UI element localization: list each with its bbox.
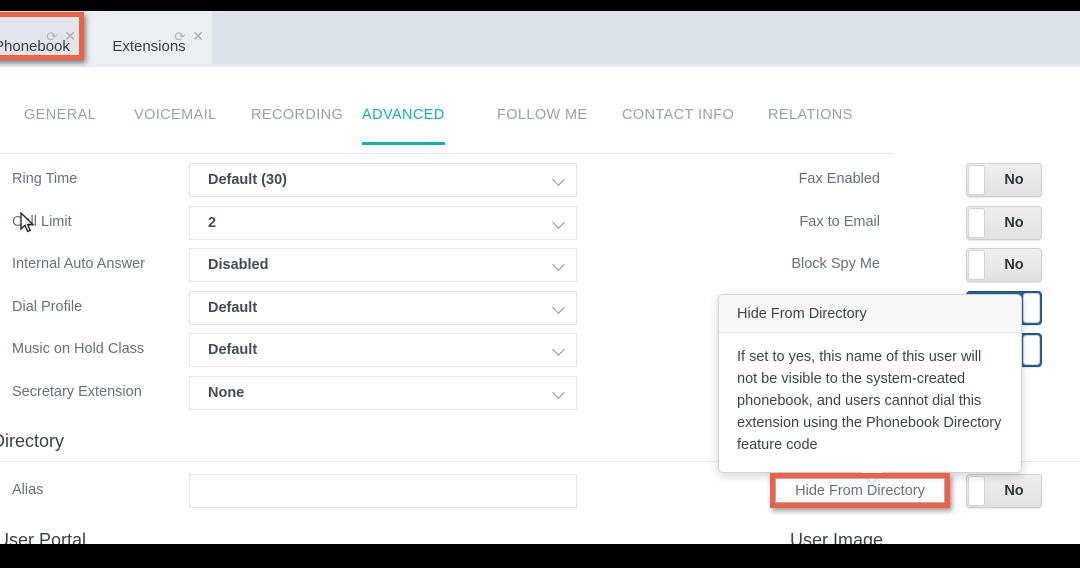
label-fax-to-email: Fax to Email [799, 214, 880, 230]
tab-general[interactable]: GENERAL [24, 107, 96, 142]
toggle-hide-from-directory-value: No [1004, 483, 1024, 499]
close-icon[interactable]: ✕ [64, 29, 76, 43]
browser-tab-phonebook-icons: ⟳ ✕ [46, 29, 76, 43]
chevron-down-icon [554, 303, 565, 314]
tooltip-hide-from-directory: Hide From Directory If set to yes, this … [718, 294, 1022, 482]
toggle-knob [1023, 335, 1040, 365]
tab-recording[interactable]: RECORDING [251, 107, 343, 142]
toggle-knob [968, 476, 985, 506]
letterbox-bottom [0, 544, 1080, 568]
label-alias: Alias [12, 482, 44, 498]
browser-tab-extensions-icons: ⟳ ✕ [174, 29, 204, 43]
chevron-down-icon [554, 260, 565, 271]
toggle-block-spy-me-value: No [1004, 257, 1024, 273]
chevron-down-icon [554, 345, 565, 356]
browser-tabstrip: Phonebook ⟳ ✕ Extensions ⟳ ✕ [0, 11, 1080, 67]
refresh-icon[interactable]: ⟳ [46, 30, 57, 43]
label-secretary-extension: Secretary Extension [12, 384, 142, 400]
tooltip-arrow [861, 472, 883, 482]
toggle-knob [968, 165, 985, 195]
select-ring-time-value: Default (30) [208, 172, 287, 188]
toggle-fax-to-email[interactable]: No [966, 206, 1042, 240]
letterbox-top [0, 0, 1080, 11]
tooltip-body: If set to yes, this name of this user wi… [737, 349, 1002, 453]
label-fax-enabled: Fax Enabled [798, 171, 880, 187]
tab-relations[interactable]: RELATIONS [768, 107, 853, 142]
screen: Phonebook ⟳ ✕ Extensions ⟳ ✕ GENERAL VOI… [0, 0, 1080, 568]
tab-follow-me[interactable]: FOLLOW ME [497, 107, 588, 142]
browser-tab-extensions[interactable]: Extensions ⟳ ✕ [86, 11, 212, 64]
select-dial-profile[interactable]: Default [189, 291, 577, 325]
select-internal-auto-answer-value: Disabled [208, 257, 269, 273]
toggle-fax-enabled[interactable]: No [966, 163, 1042, 197]
label-call-limit: Call Limit [12, 214, 72, 230]
browser-tab-phonebook[interactable]: Phonebook ⟳ ✕ [0, 11, 84, 64]
select-secretary-extension[interactable]: None [189, 376, 577, 410]
toggle-block-spy-me[interactable]: No [966, 248, 1042, 282]
label-music-on-hold-class: Music on Hold Class [12, 341, 145, 357]
toggle-knob [1023, 293, 1040, 323]
select-dial-profile-value: Default [208, 300, 258, 316]
label-internal-auto-answer: Internal Auto Answer [12, 256, 145, 272]
toggle-hide-from-directory[interactable]: No [966, 474, 1042, 508]
refresh-icon[interactable]: ⟳ [174, 30, 185, 43]
select-music-on-hold-class-value: Default [208, 342, 258, 358]
chevron-down-icon [554, 388, 565, 399]
label-hide-from-directory: Hide From Directory [795, 483, 925, 499]
toggle-fax-to-email-value: No [1004, 215, 1024, 231]
input-alias[interactable] [189, 474, 577, 508]
form-tab-bar: GENERAL VOICEMAIL RECORDING ADVANCED FOL… [0, 96, 893, 154]
select-call-limit[interactable]: 2 [189, 206, 577, 240]
tab-contact-info[interactable]: CONTACT INFO [622, 107, 734, 142]
label-block-spy-me: Block Spy Me [791, 256, 880, 272]
tab-voicemail[interactable]: VOICEMAIL [134, 107, 217, 142]
tooltip-title: Hide From Directory [719, 295, 1021, 333]
directory-section-title: Directory [0, 431, 65, 451]
tabstrip-empty-area [212, 11, 1080, 64]
select-call-limit-value: 2 [208, 215, 217, 231]
select-internal-auto-answer[interactable]: Disabled [189, 248, 577, 282]
chevron-down-icon [554, 175, 565, 186]
close-icon[interactable]: ✕ [192, 29, 204, 43]
toggle-knob [968, 250, 985, 280]
select-secretary-extension-value: None [208, 385, 245, 401]
label-ring-time: Ring Time [12, 171, 78, 187]
select-music-on-hold-class[interactable]: Default [189, 333, 577, 367]
chevron-down-icon [554, 218, 565, 229]
tab-advanced[interactable]: ADVANCED [362, 107, 445, 145]
toggle-knob [968, 208, 985, 238]
toggle-fax-enabled-value: No [1004, 172, 1024, 188]
label-dial-profile: Dial Profile [12, 299, 83, 315]
select-ring-time[interactable]: Default (30) [189, 163, 577, 197]
